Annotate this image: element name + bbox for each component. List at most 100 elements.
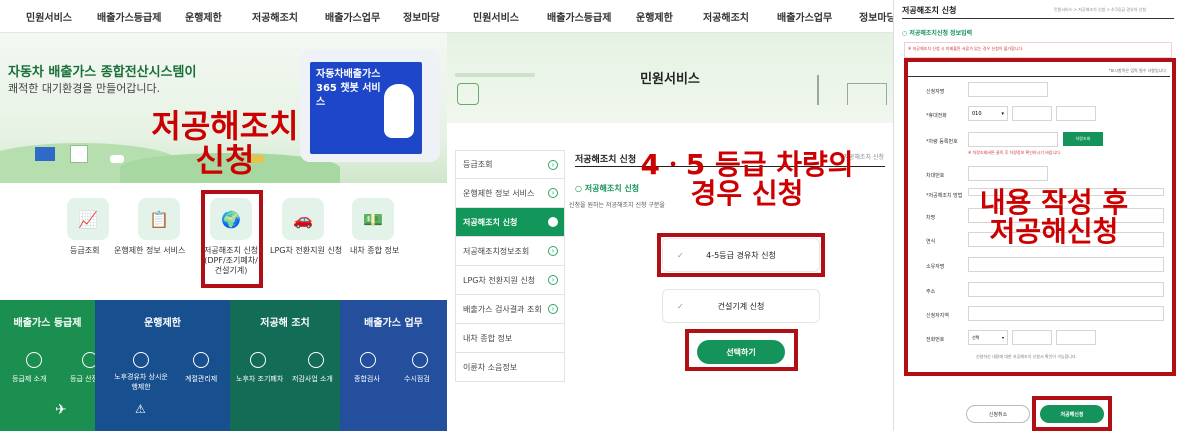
side-menu-item[interactable]: LPG차 전환지원 신청 › [455, 266, 565, 295]
section-column: 저공해 조치 노후차 조기폐차 저감사업 소개 [230, 300, 340, 431]
page-banner: 민원서비스 [447, 33, 893, 123]
nav-item[interactable]: 정보마당 [859, 9, 893, 24]
quick-label: 등급조회 [70, 246, 100, 255]
nav-item[interactable]: 운행제한 [185, 9, 222, 24]
nav-item[interactable]: 저공해조치 [252, 9, 298, 24]
application-form-panel: 저공해조치 신청 민원서비스 > 저공해조치 신청 > 4-5등급 경유차 신청… [893, 0, 1181, 431]
service-sections: 배출가스 등급제 등급제 소개 등급 산정기준 ✈ 운행제한 노후경유차 상시운… [0, 300, 447, 431]
top-nav: 민원서비스 배출가스등급제 운행제한 저공해조치 배출가스업무 정보마당 [0, 0, 447, 33]
nav-item[interactable]: 배출가스업무 [777, 9, 832, 24]
section-column: 배출가스 등급제 등급제 소개 등급 산정기준 ✈ [0, 300, 111, 431]
side-menu-item-active[interactable]: 저공해조치 신청 [455, 208, 565, 237]
breadcrumb: 민원서비스 > 저공해조치 신청 > 4-5등급 경유차 신청 [1054, 7, 1147, 12]
bus-icon [457, 83, 479, 105]
nav-item[interactable]: 정보마당 [403, 9, 440, 24]
side-menu: 등급조회 › 운행제한 정보 서비스 › 저공해조치 신청 저공해조치정보조회 › L… [455, 150, 565, 382]
annotation-line: 신청 [195, 140, 255, 179]
my-car-info-icon[interactable]: 💵 [352, 198, 394, 240]
section-link[interactable]: 저감사업 소개 [292, 374, 333, 384]
annotation-line: 저공해신청 [989, 215, 1119, 249]
highlight-box [657, 233, 825, 277]
tools-icon [360, 352, 376, 368]
side-menu-label: LPG차 전환지원 신청 [463, 275, 536, 285]
lpg-conversion-icon[interactable]: 🚗 [282, 198, 324, 240]
grade-check-icon[interactable]: 📈 [67, 198, 109, 240]
car-icon [110, 155, 124, 163]
annotation-line: 저공해조치 [151, 107, 299, 145]
nav-item[interactable]: 운행제한 [636, 9, 673, 24]
section-title: 저공해 조치 [260, 318, 310, 329]
side-menu-item[interactable]: 내차 종합 정보 [455, 324, 565, 353]
side-menu-item[interactable]: 운행제한 정보 서비스 › [455, 179, 565, 208]
section-column: 배출가스 업무 종합검사 수시점검 [340, 300, 447, 431]
annotation-text: 저공해조치 신청 [140, 107, 310, 179]
nav-item[interactable]: 민원서비스 [473, 9, 519, 24]
section-link[interactable]: 노후경유차 상시운행제한 [113, 372, 169, 392]
section-link[interactable]: 종합검사 [354, 374, 380, 384]
plane-icon: ✈ [55, 402, 67, 418]
side-menu-item[interactable]: 등급조회 › [455, 150, 565, 179]
side-menu-item[interactable]: 이륜차 소음정보 [455, 353, 565, 382]
page-banner-title: 민원서비스 [640, 72, 700, 87]
section-link[interactable]: 계절관리제 [185, 374, 217, 384]
section-link[interactable]: 수시점검 [404, 374, 430, 384]
section-link[interactable]: 노후차 조기폐차 [236, 374, 283, 384]
nav-item[interactable]: 저공해조치 [703, 9, 749, 24]
top-nav: 민원서비스 배출가스등급제 운행제한 저공해조치 배출가스업무 정보마당 [447, 0, 893, 33]
rabbit-mascot-icon [384, 84, 414, 138]
chevron-right-icon: › [548, 275, 558, 285]
chatbot-card: 자동차배출가스365 챗봇 서비스 [310, 62, 422, 154]
option-construction-machinery[interactable]: ✓ 건설기계 신청 [662, 289, 820, 323]
section-title: 배출가스 등급제 [13, 318, 82, 329]
wind-turbine-icon [817, 75, 819, 105]
section-title: 배출가스 업무 [364, 318, 423, 329]
side-menu-label: 배출가스 검사결과 조회 [463, 304, 542, 314]
chevron-right-icon: › [548, 304, 558, 314]
annotation-text: 4ㆍ5 등급 차량의 경우 신청 [617, 150, 877, 209]
side-menu-item[interactable]: 배출가스 검사결과 조회 › [455, 295, 565, 324]
restriction-info-icon[interactable]: 📋 [138, 198, 180, 240]
nav-item[interactable]: 배출가스등급제 [547, 9, 611, 24]
hero-title: 자동차 배출가스 종합전산시스템이 [8, 65, 197, 80]
highlight-box [1032, 396, 1112, 431]
weather-icon [193, 352, 209, 368]
civil-service-panel: 민원서비스 배출가스등급제 운행제한 저공해조치 배출가스업무 정보마당 민원서… [447, 0, 893, 431]
divider [902, 18, 1174, 19]
nav-item[interactable]: 배출가스등급제 [97, 9, 161, 24]
section-column: 운행제한 노후경유차 상시운행제한 계절관리제 ⚠ [95, 300, 230, 431]
side-menu-label: 저공해조치 신청 [463, 217, 518, 227]
car-icon [250, 352, 266, 368]
annotation-line: 경우 신청 [690, 177, 804, 211]
chatbot-text: 자동차배출가스365 챗봇 서비스 [316, 69, 381, 108]
side-menu-item[interactable]: 저공해조치정보조회 › [455, 237, 565, 266]
nav-item[interactable]: 민원서비스 [26, 9, 72, 24]
side-menu-label: 이륜차 소음정보 [463, 362, 518, 372]
annotation-line: 내용 작성 후 [979, 186, 1129, 219]
road-illustration [455, 73, 535, 77]
truck-icon [133, 352, 149, 368]
hero-subtitle: 쾌적한 대기환경을 만들어갑니다. [8, 82, 161, 95]
quick-label: 운행제한 정보 서비스 [114, 246, 186, 255]
chevron-right-icon: › [548, 188, 558, 198]
chevron-right-icon [548, 217, 558, 227]
section-heading-text: 저공해조치신청 정보입력 [909, 30, 973, 37]
cancel-button[interactable]: 신청취소 [966, 405, 1030, 423]
highlight-box [201, 190, 263, 288]
annotation-line: 4ㆍ5 등급 차량의 [640, 148, 854, 181]
notice-box: ※ 저공해조치 신청 시 미제출된 서류가 있는 경우 신청이 불가합니다. [904, 42, 1172, 58]
section-link[interactable]: 등급제 소개 [12, 374, 46, 384]
side-menu-label: 등급조회 [463, 160, 493, 169]
chevron-right-icon: › [548, 159, 558, 170]
side-menu-label: 내차 종합 정보 [463, 333, 513, 343]
chevron-right-icon: › [548, 246, 558, 256]
main-page-panel: 민원서비스 배출가스등급제 운행제한 저공해조치 배출가스업무 정보마당 자동차… [0, 0, 447, 431]
section-title: 운행제한 [144, 318, 181, 329]
quick-label: LPG차 전환지원 신청 [270, 246, 343, 255]
clipboard-icon [412, 352, 428, 368]
house-icon [70, 145, 88, 163]
nav-item[interactable]: 배출가스업무 [325, 9, 380, 24]
chatbot-banner[interactable]: 자동차배출가스365 챗봇 서비스 [300, 50, 440, 162]
solar-panel-icon [35, 147, 55, 161]
factory-icon [847, 83, 887, 105]
option-label: 건설기계 신청 [717, 301, 765, 311]
